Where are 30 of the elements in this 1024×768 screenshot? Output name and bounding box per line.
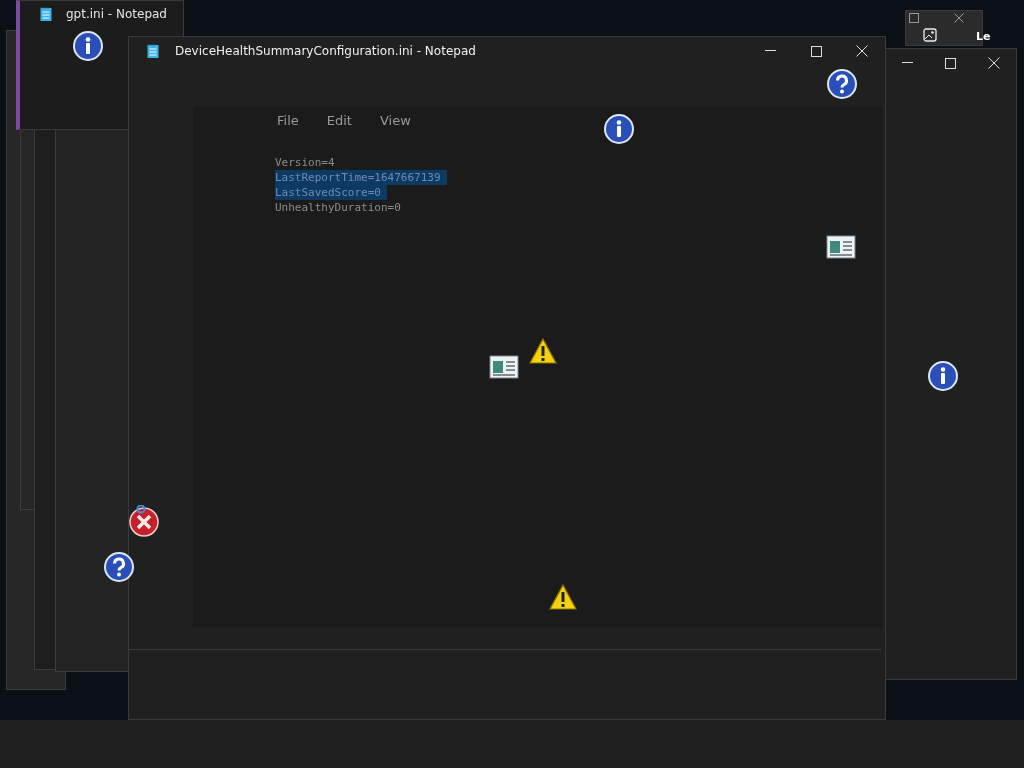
image-icon xyxy=(923,28,937,42)
close-icon xyxy=(954,13,964,23)
help-icon xyxy=(104,552,134,582)
warning-icon xyxy=(528,337,558,365)
maximize-icon xyxy=(810,45,822,57)
document-icon xyxy=(826,235,856,259)
window-text: Le xyxy=(976,30,991,43)
menu-item[interactable]: File xyxy=(275,111,309,130)
help-icon xyxy=(827,69,857,99)
maximize-icon xyxy=(909,13,919,23)
window-title: gpt.ini - Notepad xyxy=(66,7,167,21)
menu-item[interactable]: View xyxy=(377,111,421,130)
text-line: UnhealthyDuration=0 xyxy=(275,200,402,215)
minimize-icon xyxy=(902,62,914,64)
info-icon xyxy=(928,361,958,391)
close-icon xyxy=(856,45,868,57)
minimize-icon xyxy=(764,50,776,52)
document-icon xyxy=(489,355,519,379)
error-icon xyxy=(128,505,160,537)
text-editor[interactable]: File Edit View Version=4 LastReportTime=1647667139 LastSavedScore=0 UnhealthyDuration=0 xyxy=(193,107,882,627)
warning-icon xyxy=(548,583,578,611)
notepad-icon xyxy=(147,44,159,58)
info-icon xyxy=(73,31,103,61)
notepad-icon xyxy=(40,7,52,21)
close-icon xyxy=(988,57,1001,69)
menu-item[interactable]: Edit xyxy=(324,111,362,130)
maximize-icon xyxy=(945,57,957,69)
info-icon xyxy=(604,114,634,144)
text-line: Version=4 xyxy=(275,155,336,170)
window-title: DeviceHealthSummaryConfiguration.ini - Notepad xyxy=(175,44,477,58)
